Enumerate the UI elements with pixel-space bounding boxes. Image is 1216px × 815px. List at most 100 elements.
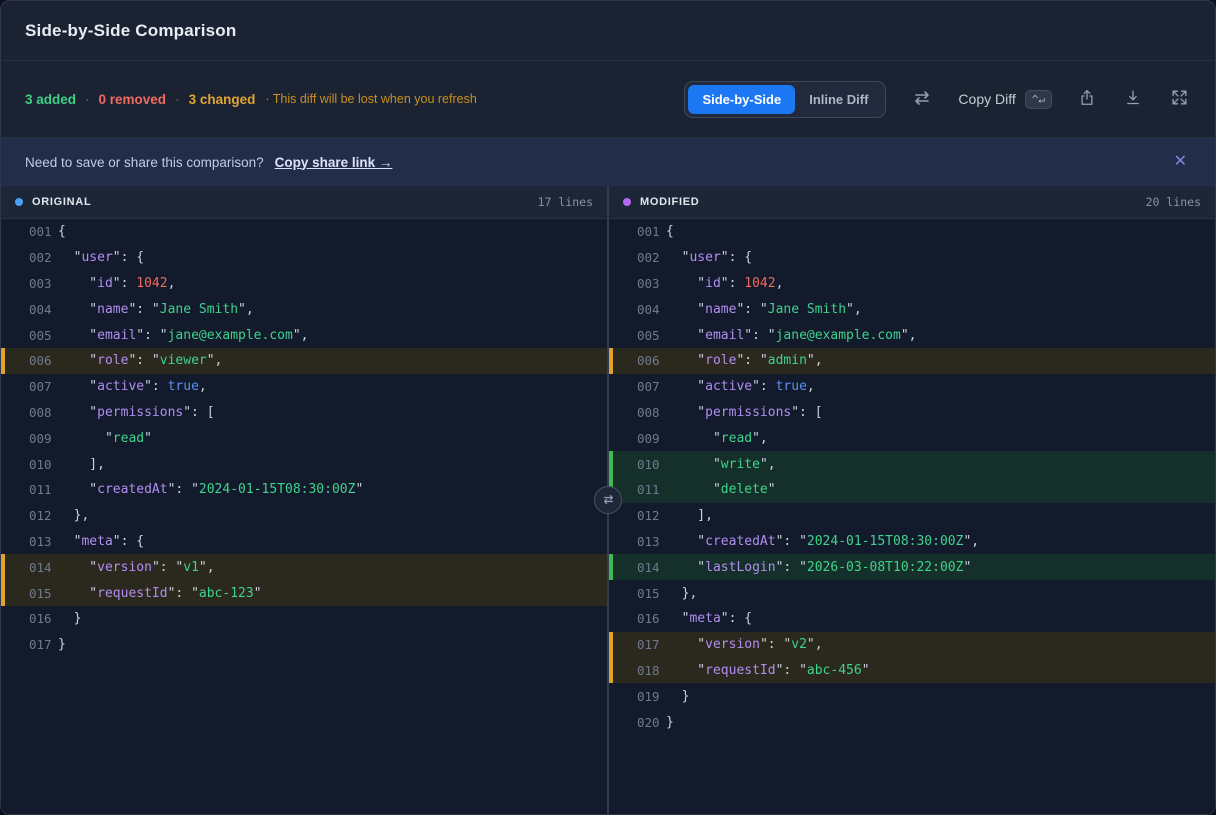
code-line: 016 } — [1, 606, 607, 632]
line-content: "meta": { — [58, 534, 144, 549]
view-mode-toggle: Side-by-SideInline Diff — [684, 81, 886, 118]
code-line: 006 "role": "viewer", — [1, 348, 607, 374]
line-content: ], — [58, 457, 105, 472]
code-line: 007 "active": true, — [1, 374, 607, 400]
download-icon — [1124, 88, 1142, 110]
original-code-pane[interactable]: 001{002 "user": {003 "id": 1042,004 "nam… — [1, 219, 607, 814]
swap-icon — [912, 90, 932, 109]
refresh-notice: · This diff will be lost when you refres… — [265, 92, 476, 106]
line-content: { — [666, 224, 674, 239]
original-panel-header: ORIGINAL 17 lines — [1, 186, 607, 219]
code-line: 006 "role": "admin", — [609, 348, 1215, 374]
line-number: 011 — [29, 482, 58, 497]
line-content: "name": "Jane Smith", — [666, 302, 862, 317]
stat-removed: 0 removed — [99, 92, 167, 107]
code-line: 008 "permissions": [ — [1, 400, 607, 426]
line-content: "email": "jane@example.com", — [58, 328, 308, 343]
line-content: "write", — [666, 457, 776, 472]
line-number: 007 — [29, 379, 58, 394]
swap-panels-button[interactable] — [594, 486, 622, 514]
line-content: "active": true, — [58, 379, 207, 394]
code-line: 005 "email": "jane@example.com", — [609, 322, 1215, 348]
swap-button[interactable] — [910, 88, 934, 111]
code-line: 008 "permissions": [ — [609, 400, 1215, 426]
line-content: "meta": { — [666, 611, 752, 626]
line-content: ], — [666, 508, 713, 523]
line-number: 012 — [29, 508, 58, 523]
copy-share-link[interactable]: Copy share link → — [275, 155, 393, 170]
banner-close-button[interactable]: ✕ — [1170, 150, 1191, 174]
line-number: 010 — [637, 457, 666, 472]
line-number: 015 — [637, 586, 666, 601]
line-number: 011 — [637, 482, 666, 497]
fullscreen-button[interactable] — [1168, 86, 1191, 112]
line-number: 004 — [29, 302, 58, 317]
line-content: }, — [58, 508, 89, 523]
line-content: } — [666, 689, 689, 704]
toggle-inline-diff[interactable]: Inline Diff — [795, 85, 882, 114]
line-number: 005 — [29, 328, 58, 343]
code-line: 005 "email": "jane@example.com", — [1, 322, 607, 348]
code-line: 014 "lastLogin": "2026-03-08T10:22:00Z" — [609, 554, 1215, 580]
line-content: "createdAt": "2024-01-15T08:30:00Z" — [58, 482, 363, 497]
copy-diff-button[interactable]: Copy Diff ^↵ — [958, 90, 1052, 109]
copy-diff-shortcut-badge: ^↵ — [1025, 90, 1052, 109]
code-line: 010 ], — [1, 451, 607, 477]
line-content: "requestId": "abc-123" — [58, 586, 262, 601]
code-line: 018 "requestId": "abc-456" — [609, 658, 1215, 684]
line-content: } — [58, 611, 81, 626]
modified-dot-icon — [623, 198, 631, 206]
line-content: "id": 1042, — [58, 276, 175, 291]
line-content: "role": "admin", — [666, 353, 823, 368]
line-number: 008 — [637, 405, 666, 420]
original-panel: ORIGINAL 17 lines 001{002 "user": {003 "… — [1, 186, 607, 814]
line-content: "name": "Jane Smith", — [58, 302, 254, 317]
code-line: 004 "name": "Jane Smith", — [1, 296, 607, 322]
code-line: 011 "delete" — [609, 477, 1215, 503]
line-number: 016 — [637, 611, 666, 626]
line-number: 009 — [29, 431, 58, 446]
code-line: 012 ], — [609, 503, 1215, 529]
download-button[interactable] — [1122, 86, 1144, 112]
line-content: "version": "v2", — [666, 637, 823, 652]
line-number: 002 — [637, 250, 666, 265]
toolbar-actions: Side-by-SideInline Diff Copy Diff ^↵ — [684, 81, 1191, 118]
share-banner-message: Need to save or share this comparison? — [25, 155, 264, 170]
line-number: 014 — [637, 560, 666, 575]
diff-panels: ORIGINAL 17 lines 001{002 "user": {003 "… — [1, 186, 1215, 814]
share-button[interactable] — [1076, 86, 1098, 112]
code-line: 009 "read", — [609, 425, 1215, 451]
code-line: 016 "meta": { — [609, 606, 1215, 632]
line-content: "permissions": [ — [666, 405, 823, 420]
line-number: 005 — [637, 328, 666, 343]
code-line: 009 "read" — [1, 425, 607, 451]
line-content: } — [666, 715, 674, 730]
stat-changed: 3 changed — [189, 92, 256, 107]
code-line: 019 } — [609, 683, 1215, 709]
modified-line-count: 20 lines — [1146, 195, 1201, 209]
line-content: } — [58, 637, 66, 652]
stat-separator: · — [85, 92, 90, 107]
code-line: 013 "createdAt": "2024-01-15T08:30:00Z", — [609, 529, 1215, 555]
line-number: 008 — [29, 405, 58, 420]
code-line: 001{ — [1, 219, 607, 245]
modified-code-pane[interactable]: 001{002 "user": {003 "id": 1042,004 "nam… — [609, 219, 1215, 814]
stat-separator: · — [175, 92, 180, 107]
code-line: 003 "id": 1042, — [1, 271, 607, 297]
stat-added: 3 added — [25, 92, 76, 107]
code-line: 001{ — [609, 219, 1215, 245]
code-line: 015 "requestId": "abc-123" — [1, 580, 607, 606]
line-content: "email": "jane@example.com", — [666, 328, 916, 343]
code-line: 020} — [609, 709, 1215, 735]
line-number: 006 — [29, 353, 58, 368]
line-content: "requestId": "abc-456" — [666, 663, 870, 678]
code-line: 012 }, — [1, 503, 607, 529]
line-number: 012 — [637, 508, 666, 523]
line-content: "read" — [58, 431, 152, 446]
line-content: }, — [666, 586, 697, 601]
code-line: 010 "write", — [609, 451, 1215, 477]
line-number: 007 — [637, 379, 666, 394]
toggle-side-by-side[interactable]: Side-by-Side — [688, 85, 795, 114]
line-number: 013 — [29, 534, 58, 549]
line-number: 020 — [637, 715, 666, 730]
